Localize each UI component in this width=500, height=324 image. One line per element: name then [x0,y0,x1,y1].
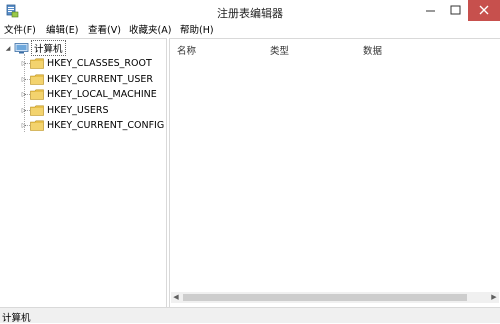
menu-edit[interactable]: 编辑(E) [46,25,78,37]
scroll-right-icon[interactable]: ▶ [489,292,499,303]
values-pane[interactable]: 名称 类型 数据 [169,38,500,307]
scroll-left-icon[interactable]: ◀ [171,292,181,303]
menu-view[interactable]: 查看(V) [88,25,121,37]
status-bar: 计算机 [0,307,500,324]
scrollbar-thumb[interactable] [183,294,467,301]
computer-icon [14,42,29,53]
collapsed-arrow-icon[interactable]: ▷ [20,56,28,70]
tree-item-label: HKEY_LOCAL_MACHINE [47,88,157,100]
tree-root-computer[interactable]: ◢ 计算机 [4,40,66,56]
tree-item[interactable]: ▷ HKEY_USERS [20,103,109,117]
menu-favorites[interactable]: 收藏夹(A) [129,25,171,37]
folder-icon [30,120,44,131]
folder-icon [30,89,44,100]
menu-bar: 文件(F) 编辑(E) 查看(V) 收藏夹(A) 帮助(H) [0,24,500,38]
tree-pane[interactable]: ◢ 计算机 ▷ HKEY_CLASSES_ROOT ▷ HKEY_CURRENT… [0,38,167,307]
column-header-data[interactable]: 数据 [363,43,382,57]
minimize-button[interactable] [418,0,443,21]
folder-icon [30,74,44,85]
column-header-type[interactable]: 类型 [270,43,289,57]
close-button[interactable] [468,0,500,21]
collapsed-arrow-icon[interactable]: ▷ [20,87,28,101]
maximize-button[interactable] [443,0,468,21]
collapsed-arrow-icon[interactable]: ▷ [20,118,28,132]
expanded-arrow-icon[interactable]: ◢ [4,41,12,55]
column-header-name[interactable]: 名称 [177,43,196,57]
horizontal-scrollbar[interactable]: ◀ ▶ [171,292,499,303]
tree-item-label: HKEY_CURRENT_CONFIG [47,119,165,131]
tree-item[interactable]: ▷ HKEY_CLASSES_ROOT [20,56,152,70]
folder-icon [30,58,44,69]
tree-item-label: HKEY_CLASSES_ROOT [47,57,152,69]
close-icon [479,5,489,15]
collapsed-arrow-icon[interactable]: ▷ [20,103,28,117]
tree-root-label: 计算机 [31,40,66,56]
tree-item[interactable]: ▷ HKEY_CURRENT_CONFIG [20,118,165,132]
menu-file[interactable]: 文件(F) [4,25,36,37]
title-bar: 注册表编辑器 [0,0,500,24]
menu-help[interactable]: 帮助(H) [180,25,214,37]
tree-item[interactable]: ▷ HKEY_LOCAL_MACHINE [20,87,157,101]
maximize-icon [450,5,461,15]
tree-item-label: HKEY_USERS [47,104,109,116]
tree-item[interactable]: ▷ HKEY_CURRENT_USER [20,72,153,86]
collapsed-arrow-icon[interactable]: ▷ [20,72,28,86]
tree-item-label: HKEY_CURRENT_USER [47,73,153,85]
folder-icon [30,105,44,116]
